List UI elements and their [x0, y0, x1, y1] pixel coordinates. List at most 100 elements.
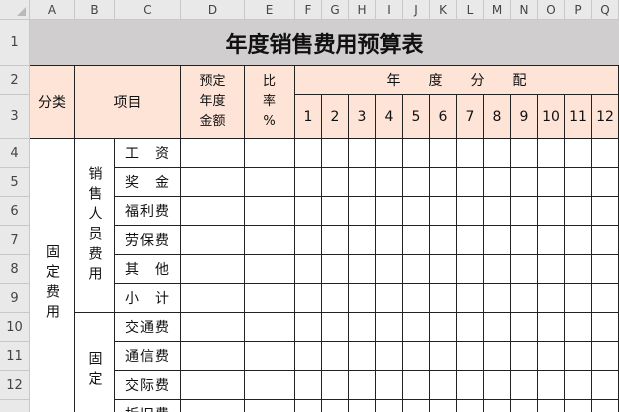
data-cell[interactable]	[322, 400, 349, 412]
row-header[interactable]: 12	[0, 371, 30, 400]
data-cell[interactable]	[511, 400, 538, 412]
data-cell[interactable]	[484, 226, 511, 255]
column-header[interactable]: M	[484, 0, 511, 20]
column-header[interactable]: O	[538, 0, 565, 20]
data-cell[interactable]	[295, 255, 322, 284]
data-cell[interactable]	[538, 197, 565, 226]
column-header[interactable]: L	[457, 0, 484, 20]
header-month[interactable]: 11	[565, 95, 592, 139]
data-cell[interactable]	[181, 168, 245, 197]
data-cell[interactable]	[295, 168, 322, 197]
data-cell[interactable]	[322, 284, 349, 313]
data-cell[interactable]	[349, 139, 376, 168]
data-cell[interactable]	[565, 342, 592, 371]
column-header[interactable]: N	[511, 0, 538, 20]
data-cell[interactable]	[484, 168, 511, 197]
header-item[interactable]: 项目	[75, 66, 181, 139]
header-ratio[interactable]: 比率%	[245, 66, 295, 139]
data-cell[interactable]	[403, 226, 430, 255]
data-cell[interactable]	[592, 226, 619, 255]
data-cell[interactable]	[565, 255, 592, 284]
data-cell[interactable]	[565, 400, 592, 412]
data-cell[interactable]	[511, 139, 538, 168]
data-cell[interactable]	[376, 168, 403, 197]
header-month[interactable]: 4	[376, 95, 403, 139]
data-cell[interactable]	[295, 313, 322, 342]
sheet-title[interactable]: 年度销售费用预算表	[30, 20, 619, 66]
data-cell[interactable]	[403, 400, 430, 412]
data-cell[interactable]	[322, 168, 349, 197]
header-annual-allocation[interactable]: 年 度 分 配	[295, 66, 619, 95]
data-cell[interactable]	[349, 313, 376, 342]
data-cell[interactable]	[430, 313, 457, 342]
data-cell[interactable]	[484, 197, 511, 226]
data-cell[interactable]	[295, 400, 322, 412]
data-cell[interactable]	[403, 255, 430, 284]
data-cell[interactable]	[565, 313, 592, 342]
data-cell[interactable]	[403, 371, 430, 400]
data-cell[interactable]	[592, 255, 619, 284]
data-cell[interactable]	[376, 197, 403, 226]
data-cell[interactable]	[592, 168, 619, 197]
data-cell[interactable]	[295, 226, 322, 255]
row-header[interactable]: 8	[0, 255, 30, 284]
data-cell[interactable]	[565, 284, 592, 313]
data-cell[interactable]	[322, 139, 349, 168]
data-cell[interactable]	[538, 313, 565, 342]
data-cell[interactable]	[245, 400, 295, 412]
row-header[interactable]: 11	[0, 342, 30, 371]
data-cell[interactable]	[403, 284, 430, 313]
data-cell[interactable]	[538, 342, 565, 371]
header-month[interactable]: 5	[403, 95, 430, 139]
column-header[interactable]: C	[115, 0, 181, 20]
data-cell[interactable]	[565, 139, 592, 168]
data-cell[interactable]	[430, 197, 457, 226]
data-cell[interactable]	[457, 313, 484, 342]
column-header[interactable]: B	[75, 0, 115, 20]
header-month[interactable]: 8	[484, 95, 511, 139]
item-label[interactable]: 小 计	[115, 284, 181, 313]
data-cell[interactable]	[322, 255, 349, 284]
data-cell[interactable]	[245, 313, 295, 342]
data-cell[interactable]	[430, 139, 457, 168]
data-cell[interactable]	[181, 226, 245, 255]
data-cell[interactable]	[484, 284, 511, 313]
data-cell[interactable]	[181, 342, 245, 371]
row-header[interactable]: 2	[0, 66, 30, 95]
data-cell[interactable]	[181, 313, 245, 342]
data-cell[interactable]	[295, 139, 322, 168]
data-cell[interactable]	[430, 342, 457, 371]
data-cell[interactable]	[511, 197, 538, 226]
row-header[interactable]: 7	[0, 226, 30, 255]
item-label[interactable]: 其 他	[115, 255, 181, 284]
data-cell[interactable]	[592, 313, 619, 342]
data-cell[interactable]	[349, 168, 376, 197]
data-cell[interactable]	[181, 139, 245, 168]
data-cell[interactable]	[511, 226, 538, 255]
row-header[interactable]: 10	[0, 313, 30, 342]
data-cell[interactable]	[457, 139, 484, 168]
item-label[interactable]: 劳保费	[115, 226, 181, 255]
data-cell[interactable]	[295, 371, 322, 400]
data-cell[interactable]	[538, 168, 565, 197]
data-cell[interactable]	[245, 371, 295, 400]
header-month[interactable]: 7	[457, 95, 484, 139]
data-cell[interactable]	[565, 371, 592, 400]
header-month[interactable]: 6	[430, 95, 457, 139]
data-cell[interactable]	[430, 371, 457, 400]
data-cell[interactable]	[349, 226, 376, 255]
data-cell[interactable]	[181, 255, 245, 284]
data-cell[interactable]	[322, 371, 349, 400]
data-cell[interactable]	[484, 255, 511, 284]
data-cell[interactable]	[245, 168, 295, 197]
data-cell[interactable]	[592, 284, 619, 313]
item-label[interactable]: 交通费	[115, 313, 181, 342]
item-label[interactable]: 奖 金	[115, 168, 181, 197]
data-cell[interactable]	[322, 313, 349, 342]
data-cell[interactable]	[376, 371, 403, 400]
data-cell[interactable]	[484, 313, 511, 342]
data-cell[interactable]	[565, 168, 592, 197]
row-header[interactable]	[0, 400, 30, 412]
data-cell[interactable]	[457, 226, 484, 255]
data-cell[interactable]	[376, 400, 403, 412]
